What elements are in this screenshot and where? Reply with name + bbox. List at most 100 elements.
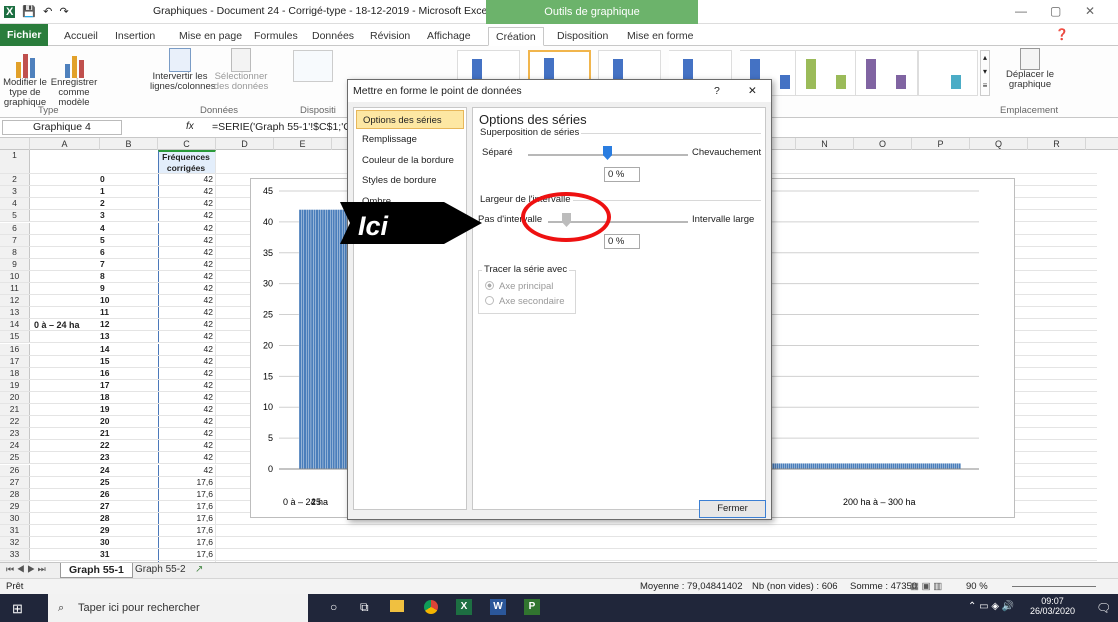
cell-b[interactable]: 8 [100,271,158,282]
chart-bar[interactable] [325,209,328,470]
chart-bar[interactable] [879,463,881,469]
row-number[interactable]: 29 [0,500,30,512]
tab-page-layout[interactable]: Mise en page [172,27,249,46]
tab-home[interactable]: Accueil [57,27,105,46]
close-window-button[interactable]: ✕ [1085,4,1095,18]
chart-bar[interactable] [787,463,789,469]
column-header[interactable]: R [1028,138,1086,150]
nav-series-options[interactable]: Options des séries [356,110,464,129]
row-number[interactable]: 23 [0,428,30,440]
cell-c[interactable]: 42 [158,367,216,379]
cell-b[interactable]: 11 [100,307,158,318]
row-number[interactable]: 26 [0,464,30,476]
chart-bar[interactable] [859,463,861,469]
secondary-axis-radio[interactable]: Axe secondaire [485,296,564,307]
row-number[interactable]: 11 [0,283,30,295]
column-header[interactable]: N [796,138,854,150]
chart-bar[interactable] [825,463,827,469]
chart-bar[interactable] [867,463,869,469]
cell-c[interactable]: 42 [158,404,216,416]
cell-c[interactable]: 42 [158,452,216,464]
row-number[interactable]: 30 [0,512,30,524]
cell-b[interactable]: 9 [100,283,158,294]
cell-c[interactable]: 17,6 [158,512,216,524]
row-number[interactable]: 2 [0,174,30,186]
chart-bar[interactable] [949,463,951,469]
row-number[interactable]: 15 [0,331,30,343]
chart-bar[interactable] [817,463,819,469]
chart-bar[interactable] [308,209,312,470]
chart-style-8[interactable] [918,50,978,96]
group-label-cell[interactable]: 0 à – 24 ha [34,320,80,330]
chart-bar[interactable] [919,463,921,469]
cell-b[interactable]: 23 [100,452,158,463]
chart-bar[interactable] [933,463,935,469]
sheet-tab-active[interactable]: Graph 55-1 [60,563,133,578]
cell-c[interactable]: 42 [158,295,216,307]
cell-c[interactable]: 42 [158,379,216,391]
chart-bar[interactable] [875,463,877,469]
notifications-icon[interactable]: 🗨 [1096,601,1111,615]
select-data-button[interactable]: Sélectionner des données [210,48,272,92]
row-number[interactable]: 24 [0,440,30,452]
cell-b[interactable]: 28 [100,513,158,524]
chart-bar[interactable] [885,463,887,469]
cell-c[interactable]: 42 [158,198,216,210]
tab-review[interactable]: Révision [363,27,417,46]
chart-bar[interactable] [803,463,805,469]
cell-c[interactable]: 42 [158,416,216,428]
chart-bar[interactable] [303,209,307,470]
undo-icon[interactable]: ↶ [43,5,52,18]
chart-bar[interactable] [809,463,811,469]
cell-c[interactable]: 42 [158,355,216,367]
row-number[interactable]: 19 [0,379,30,391]
taskbar-search-box[interactable]: ⌕ Taper ici pour rechercher [48,594,308,622]
table-row[interactable]: 31 29 17,6 [0,525,1097,538]
chart-bar[interactable] [959,463,961,469]
chart-bar[interactable] [951,463,953,469]
chart-bar[interactable] [929,463,931,469]
cell-c[interactable]: 17,6 [158,525,216,537]
chart-bar[interactable] [945,463,947,469]
tab-formulas[interactable]: Formules [247,27,305,46]
chart-bar[interactable] [322,209,326,470]
tab-insert[interactable]: Insertion [108,27,162,46]
view-buttons[interactable]: ▦ ▣ ▥ [910,579,942,595]
cell-b[interactable]: 18 [100,392,158,403]
move-chart-button[interactable]: Déplacer le graphique [1000,48,1060,90]
chart-bar[interactable] [851,463,853,469]
cell-b[interactable]: 22 [100,440,158,451]
cell-b[interactable]: 25 [100,477,158,488]
cell-c[interactable]: 42 [158,234,216,246]
project-taskbar-icon[interactable]: P [524,599,540,615]
chart-bar[interactable] [927,463,929,469]
select-all-corner[interactable] [0,138,30,150]
word-taskbar-icon[interactable]: W [490,599,506,615]
chart-bar[interactable] [943,463,945,469]
chart-bar[interactable] [805,463,807,469]
insert-sheet-icon[interactable]: ↗ [195,564,203,575]
chart-bar[interactable] [301,209,304,470]
row-number[interactable]: 10 [0,270,30,282]
nav-border-color[interactable]: Couleur de la bordure [356,151,464,170]
chart-bar[interactable] [887,463,889,469]
gap-value-input[interactable]: 0 % [604,234,640,249]
cell-c[interactable]: 17,6 [158,500,216,512]
chart-bar[interactable] [911,463,913,469]
chart-bar[interactable] [845,463,847,469]
chart-bar[interactable] [823,463,825,469]
chart-bar[interactable] [909,463,911,469]
chart-style-7[interactable] [855,50,918,96]
dialog-close-fermer-button[interactable]: Fermer [699,500,766,518]
chart-bar[interactable] [781,463,783,469]
chart-bar[interactable] [905,463,907,469]
cell-b[interactable]: 13 [100,331,158,342]
switch-row-column-button[interactable]: Intervertir les lignes/colonnes [150,48,216,92]
column-header[interactable]: O [854,138,912,150]
row-number[interactable]: 7 [0,234,30,246]
chart-bar[interactable] [941,463,943,469]
chart-bar[interactable] [837,463,839,469]
cell-b[interactable]: 29 [100,525,158,536]
cell-c[interactable]: 42 [158,319,216,331]
excel-taskbar-icon[interactable]: X [456,599,472,615]
